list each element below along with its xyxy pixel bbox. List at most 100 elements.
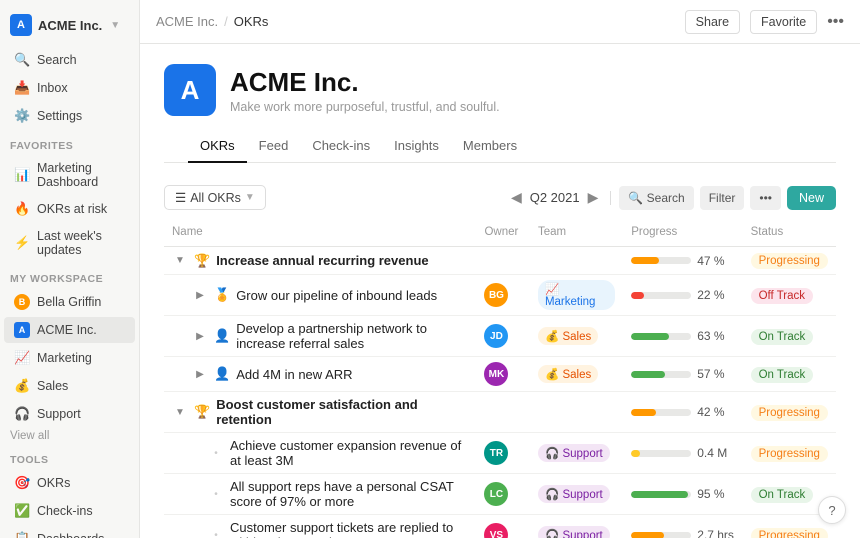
table-row[interactable]: • Customer support tickets are replied to… (164, 515, 836, 538)
all-okrs-label: All OKRs (190, 191, 241, 205)
expand-button[interactable]: ▼ (172, 253, 188, 269)
status-badge: Progressing (751, 405, 828, 421)
sidebar-item-inbox[interactable]: 📥 Inbox (4, 75, 135, 101)
sidebar-item-acme-inc[interactable]: A ACME Inc. (4, 317, 135, 343)
table-row[interactable]: ▶🏅Grow our pipeline of inbound leadsBG📈 … (164, 275, 836, 316)
tab-members[interactable]: Members (451, 130, 529, 163)
team-cell: 🎧 Support (530, 474, 623, 515)
tab-okrs[interactable]: OKRs (188, 130, 247, 163)
table-row[interactable]: • Achieve customer expansion revenue of a… (164, 433, 836, 474)
sidebar-item-check-ins[interactable]: ✅ Check-ins (4, 498, 135, 524)
filter-button[interactable]: Filter (700, 186, 745, 210)
prev-quarter-button[interactable]: ◀ (507, 187, 526, 208)
sidebar-item-sales[interactable]: 💰 Sales (4, 373, 135, 399)
table-header-row: Name Owner Team Progress Status (164, 222, 836, 247)
status-badge: On Track (751, 329, 814, 345)
expand-button[interactable]: ▶ (192, 328, 208, 344)
avatar: JD (484, 324, 508, 348)
table-row[interactable]: ▼🏆Boost customer satisfaction and retent… (164, 392, 836, 433)
team-cell: 🎧 Support (530, 433, 623, 474)
table-row[interactable]: ▶👤Add 4M in new ARRMK💰 Sales57 %On Track (164, 357, 836, 392)
row-name: Develop a partnership network to increas… (236, 321, 468, 351)
dashboards-icon: 📋 (14, 531, 30, 538)
expand-button[interactable]: ▼ (172, 404, 188, 420)
team-badge: 💰 Sales (538, 365, 598, 383)
avatar: TR (484, 441, 508, 465)
content-area: ☰ All OKRs ▼ ◀ Q2 2021 ▶ 🔍 🔍 Search Sear… (140, 173, 860, 538)
main-content: ACME Inc. / OKRs Share Favorite ••• A AC… (140, 0, 860, 538)
favorites-section-label: FAVORITES (0, 130, 139, 155)
org-logo[interactable]: A ACME Inc. ▼ (0, 8, 139, 46)
search-button[interactable]: 🔍 🔍 Search Search (619, 186, 693, 210)
sidebar-search-label: Search (37, 53, 77, 67)
tab-feed[interactable]: Feed (247, 130, 301, 163)
org-chevron-icon: ▼ (110, 20, 120, 31)
breadcrumb: ACME Inc. / OKRs (156, 14, 268, 29)
bullet-icon: • (208, 530, 224, 538)
bella-griffin-icon: B (14, 294, 30, 310)
sidebar-item-marketing[interactable]: 📈 Marketing (4, 345, 135, 371)
sidebar-inbox-label: Inbox (37, 81, 68, 95)
page-subtitle: Make work more purposeful, trustful, and… (230, 100, 500, 114)
toolbar-divider (610, 191, 611, 205)
sidebar-item-support[interactable]: 🎧 Support (4, 401, 135, 427)
sidebar-item-search[interactable]: 🔍 Search (4, 47, 135, 73)
sidebar-item-settings[interactable]: ⚙️ Settings (4, 103, 135, 129)
topbar-more-button[interactable]: ••• (827, 13, 844, 31)
support-icon: 🎧 (14, 406, 30, 422)
table-row[interactable]: ▼🏆Increase annual recurring revenue47 %P… (164, 247, 836, 275)
status-badge: On Track (751, 367, 814, 383)
new-okr-button[interactable]: New (787, 186, 836, 210)
owner-cell: TR (476, 433, 530, 474)
sidebar-item-marketing-dashboard[interactable]: 📊 Marketing Dashboard (4, 156, 135, 194)
team-badge: 🎧 Support (538, 444, 610, 462)
progress-cell: 57 % (623, 357, 742, 392)
row-name: Customer support tickets are replied to … (230, 520, 468, 538)
owner-cell: LC (476, 474, 530, 515)
workspace-section-label: MY WORKSPACE (0, 263, 139, 288)
row-name: Achieve customer expansion revenue of at… (230, 438, 468, 468)
favorite-button[interactable]: Favorite (750, 10, 817, 34)
sidebar-item-okrs-at-risk[interactable]: 🔥 OKRs at risk (4, 196, 135, 222)
progress-cell: 47 % (623, 247, 742, 275)
table-row[interactable]: ▶👤Develop a partnership network to incre… (164, 316, 836, 357)
bella-griffin-label: Bella Griffin (37, 295, 101, 309)
avatar: BG (484, 283, 508, 307)
sidebar: A ACME Inc. ▼ 🔍 Search 📥 Inbox ⚙️ Settin… (0, 0, 140, 538)
sidebar-item-last-week-updates[interactable]: ⚡ Last week's updates (4, 224, 135, 262)
status-cell: Off Track (743, 275, 836, 316)
table-row[interactable]: •All support reps have a personal CSAT s… (164, 474, 836, 515)
tab-check-ins[interactable]: Check-ins (300, 130, 382, 163)
sidebar-item-dashboards[interactable]: 📋 Dashboards (4, 526, 135, 538)
sidebar-item-bella-griffin[interactable]: B Bella Griffin (4, 289, 135, 315)
row-name: Grow our pipeline of inbound leads (236, 288, 437, 303)
team-cell: 🎧 Support (530, 515, 623, 538)
sales-icon: 💰 (14, 378, 30, 394)
bullet-icon: • (208, 448, 224, 459)
filter-icon: ☰ (175, 190, 186, 205)
expand-button[interactable]: ▶ (192, 287, 208, 303)
tab-insights[interactable]: Insights (382, 130, 451, 163)
settings-icon: ⚙️ (14, 108, 30, 124)
row-name: Boost customer satisfaction and retentio… (216, 397, 468, 427)
avatar: VS (484, 523, 508, 538)
team-cell (530, 392, 623, 433)
status-cell: Progressing (743, 247, 836, 275)
progress-value: 22 % (697, 288, 724, 302)
help-button[interactable]: ? (818, 496, 846, 524)
expand-button[interactable]: ▶ (192, 366, 208, 382)
progress-cell: 95 % (623, 474, 742, 515)
team-cell (530, 247, 623, 275)
okrs-at-risk-label: OKRs at risk (37, 202, 107, 216)
all-okrs-filter-button[interactable]: ☰ All OKRs ▼ (164, 185, 266, 210)
share-button[interactable]: Share (685, 10, 740, 34)
sidebar-item-okrs[interactable]: 🎯 OKRs (4, 470, 135, 496)
acme-inc-sidebar-icon: A (14, 322, 30, 338)
view-all-link[interactable]: View all (0, 428, 139, 444)
breadcrumb-org[interactable]: ACME Inc. (156, 14, 218, 29)
status-badge: Progressing (751, 446, 828, 462)
row-icon: 👤 (214, 366, 230, 382)
check-ins-label: Check-ins (37, 504, 93, 518)
more-options-button[interactable]: ••• (750, 186, 781, 210)
next-quarter-button[interactable]: ▶ (584, 187, 603, 208)
